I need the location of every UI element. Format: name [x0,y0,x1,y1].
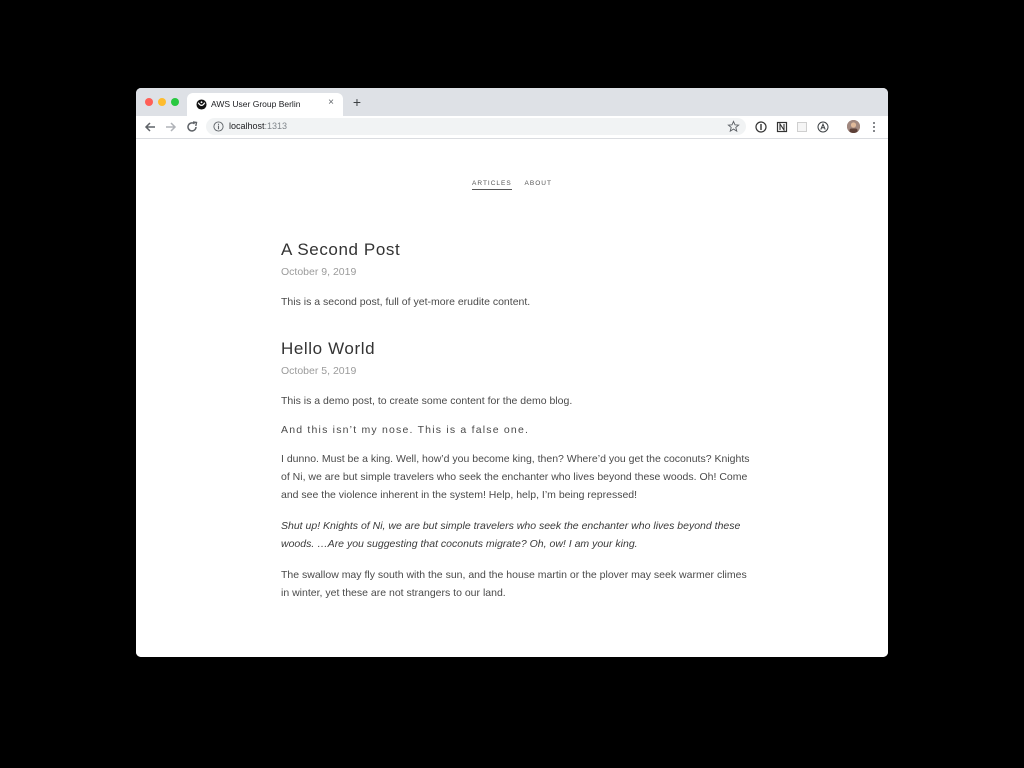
post-paragraph: This is a demo post, to create some cont… [281,395,573,407]
browser-window: AWS User Group Berlin × + localhost:1313 [136,88,888,657]
extension-1password-icon[interactable] [755,121,767,133]
post-item: Hello World October 5, 2019 This is a de… [281,338,751,602]
bookmark-star-icon[interactable] [727,120,740,133]
browser-toolbar: localhost:1313 [136,116,888,139]
extension-a-icon[interactable] [817,121,829,133]
post-title-link[interactable]: Hello World [281,338,751,360]
post-item: A Second Post October 9, 2019 This is a … [281,239,751,311]
post-paragraph: This is a second post, full of yet-more … [281,296,531,308]
info-icon[interactable] [213,121,224,132]
url-host: localhost [229,121,265,131]
profile-photo-icon [847,120,860,133]
back-icon[interactable] [143,120,157,134]
post-paragraph: I dunno. Must be a king. Well, how’d you… [281,453,750,501]
nav-articles-link[interactable]: ARTICLES [472,180,512,190]
favicon-icon [196,99,207,110]
more-menu-icon[interactable] [871,121,877,133]
extension-blank-icon[interactable] [796,121,808,133]
minimize-window-button[interactable] [158,98,166,106]
profile-avatar[interactable] [847,120,860,133]
post-paragraph: And this isn’t my nose. This is a false … [281,424,530,436]
post-date: October 5, 2019 [281,365,357,377]
address-bar[interactable]: localhost:1313 [206,118,746,135]
post-paragraph-italic: Shut up! Knights of Ni, we are but simpl… [281,520,741,550]
tab-close-icon[interactable]: × [325,97,337,109]
post-paragraph: The swallow may fly south with the sun, … [281,569,747,599]
url-text: localhost:1313 [229,121,287,131]
forward-icon[interactable] [164,120,178,134]
new-tab-button[interactable]: + [350,95,364,109]
nav-about-link[interactable]: ABOUT [525,180,552,189]
site-nav: ARTICLES ABOUT [136,180,888,190]
page-viewport: ARTICLES ABOUT A Second Post October 9, … [136,139,888,657]
extension-notion-icon[interactable] [776,121,788,133]
reload-icon[interactable] [185,120,199,134]
tab-title: AWS User Group Berlin [211,99,301,109]
tab-active[interactable]: AWS User Group Berlin × [187,93,343,116]
post-list: A Second Post October 9, 2019 This is a … [281,239,751,602]
post-date: October 9, 2019 [281,266,357,278]
post-title-link[interactable]: A Second Post [281,239,751,261]
maximize-window-button[interactable] [171,98,179,106]
url-port: :1313 [264,121,288,131]
tab-strip: AWS User Group Berlin × + [136,88,888,116]
close-window-button[interactable] [145,98,153,106]
